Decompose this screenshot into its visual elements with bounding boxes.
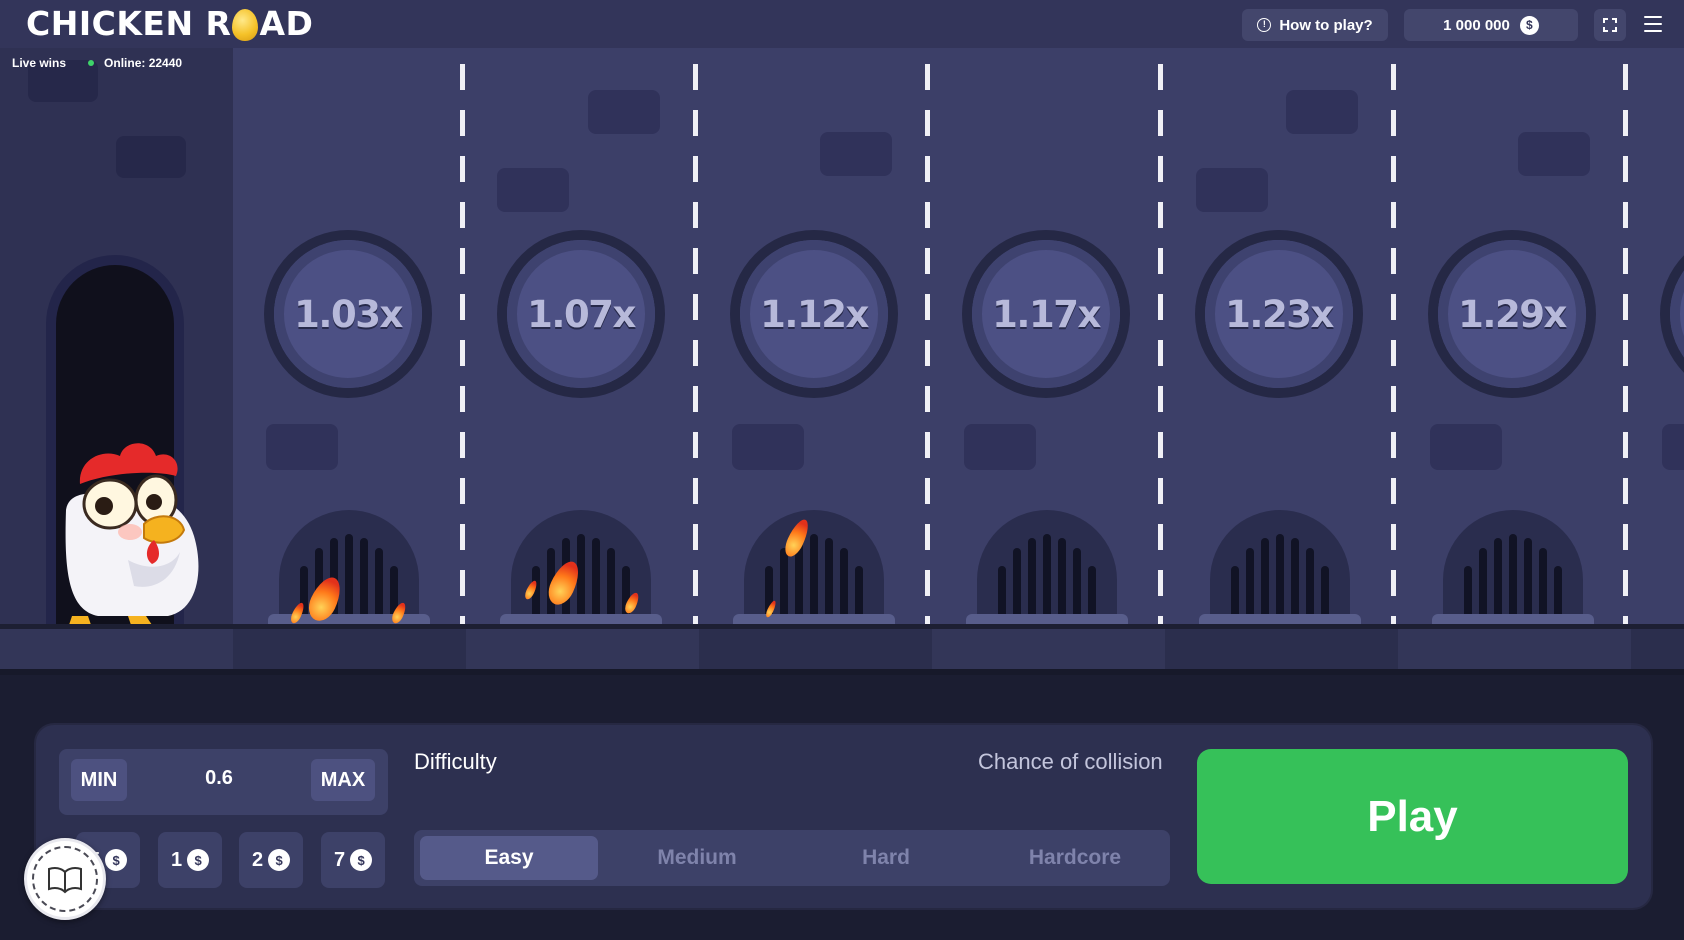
road	[0, 629, 1684, 669]
multiplier-disc[interactable]: 1.12x	[730, 230, 898, 398]
wall-brick	[266, 424, 338, 470]
wall-brick	[1430, 424, 1502, 470]
wall-brick	[116, 136, 186, 178]
play-button[interactable]: Play	[1197, 749, 1628, 884]
lane-divider	[925, 64, 930, 624]
wall-brick	[1662, 424, 1684, 470]
multiplier-disc[interactable]: 1.17x	[962, 230, 1130, 398]
lane-divider	[1158, 64, 1163, 624]
multiplier-value: 1.07x	[527, 292, 636, 336]
difficulty-tab-medium[interactable]: Medium	[608, 836, 786, 880]
logo-text-left: CHICKEN R	[26, 4, 232, 43]
chip-value: 7	[333, 848, 346, 871]
game-screen: CHICKEN R AD ! How to play? 1 000 000 $	[0, 0, 1684, 940]
book-of-scroll-badge[interactable]	[24, 838, 106, 920]
multiplier-value: 1.17x	[992, 292, 1101, 336]
dollar-coin-icon: $	[268, 849, 291, 871]
lane-divider	[693, 64, 698, 624]
lane-divider	[460, 64, 465, 624]
balance-display: 1 000 000 $	[1404, 9, 1578, 41]
multiplier-disc[interactable]: 1.23x	[1195, 230, 1363, 398]
wall-brick	[732, 424, 804, 470]
multiplier-disc[interactable]: 1.29x	[1428, 230, 1596, 398]
balance-value: 1 000 000	[1443, 16, 1510, 34]
wall-brick	[588, 90, 660, 134]
top-bar: CHICKEN R AD ! How to play? 1 000 000 $	[0, 0, 1684, 48]
chip-value: 2	[251, 848, 264, 871]
wall-brick	[964, 424, 1036, 470]
multiplier-value: 1.23x	[1225, 292, 1334, 336]
difficulty-title: Difficulty	[414, 749, 497, 774]
dollar-coin-icon: $	[350, 849, 373, 871]
live-bar: Live wins Online: 22440	[12, 56, 182, 70]
fullscreen-icon	[1603, 18, 1617, 32]
difficulty-tab-easy[interactable]: Easy	[420, 836, 598, 880]
how-to-play-button[interactable]: ! How to play?	[1242, 9, 1388, 41]
menu-icon[interactable]	[1644, 16, 1662, 32]
multiplier-disc[interactable]: 1.03x	[264, 230, 432, 398]
open-book-icon	[48, 867, 82, 894]
collision-chance-label: Chance of collision	[978, 749, 1163, 774]
chip-value: 1	[170, 848, 183, 871]
wall-brick	[497, 168, 569, 212]
quick-bet-chip[interactable]: 7 $	[321, 832, 385, 888]
live-wins-label[interactable]: Live wins	[12, 56, 66, 70]
dollar-coin-icon: $	[187, 849, 210, 871]
min-bet-button[interactable]: MIN	[71, 759, 127, 801]
how-to-play-label: How to play?	[1279, 16, 1373, 34]
difficulty-selector: Easy Medium Hard Hardcore	[414, 830, 1170, 886]
logo: CHICKEN R AD	[26, 4, 313, 43]
quick-bet-chip[interactable]: 2 $	[239, 832, 303, 888]
bet-amount-control: MIN 0.6 MAX	[59, 749, 388, 815]
max-bet-button[interactable]: MAX	[311, 759, 375, 801]
quick-bet-chip[interactable]: 1 $	[158, 832, 222, 888]
bet-amount-input[interactable]: 0.6	[139, 767, 299, 790]
wall-brick	[820, 132, 892, 176]
dollar-coin-icon: $	[1519, 15, 1539, 35]
chicken-character	[65, 443, 199, 628]
multiplier-value: 1.03x	[294, 292, 403, 336]
dollar-coin-icon: $	[105, 849, 128, 871]
multiplier-value: 1.12x	[760, 292, 869, 336]
info-icon: !	[1257, 18, 1272, 32]
wall-brick	[1196, 168, 1268, 212]
online-count: Online: 22440	[104, 56, 183, 70]
wall-brick	[1518, 132, 1590, 176]
road-edge	[0, 669, 1684, 675]
wall-brick	[1286, 90, 1358, 134]
fullscreen-button[interactable]	[1594, 9, 1626, 41]
online-dot-icon	[88, 60, 95, 66]
difficulty-tab-hard[interactable]: Hard	[797, 836, 975, 880]
lane-divider	[1623, 64, 1628, 624]
difficulty-tab-hardcore[interactable]: Hardcore	[986, 836, 1164, 880]
multiplier-disc[interactable]: 1.07x	[497, 230, 665, 398]
logo-text-right: AD	[259, 4, 314, 43]
multiplier-value: 1.29x	[1458, 292, 1567, 336]
lane-divider	[1391, 64, 1396, 624]
egg-icon	[232, 8, 259, 41]
